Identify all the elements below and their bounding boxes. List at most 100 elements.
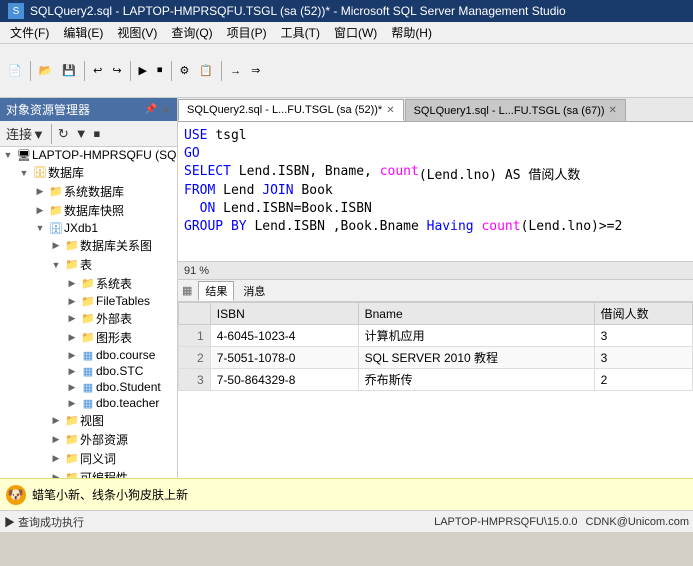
systables-expand: ▶ <box>64 278 80 289</box>
views-expand: ▶ <box>48 415 64 426</box>
row1-isbn: 4-6045-1023-4 <box>210 325 358 347</box>
menu-project[interactable]: 项目(P) <box>221 22 273 43</box>
tree-graph-tables[interactable]: ▶ 📁 图形表 <box>0 328 177 347</box>
kw-group: GROUP BY <box>184 219 247 234</box>
tree-programmability[interactable]: ▶ 📁 可编程性 <box>0 468 177 478</box>
jxdb1-icon: 🗄 <box>48 221 64 235</box>
app-icon: S <box>8 3 24 19</box>
row3-count: 2 <box>594 369 692 391</box>
databases-expand: ▼ <box>16 168 32 178</box>
teacher-expand: ▶ <box>64 398 80 409</box>
kw-use: USE <box>184 128 207 143</box>
row3-isbn: 7-50-864329-8 <box>210 369 358 391</box>
menu-file[interactable]: 文件(F) <box>4 22 55 43</box>
tree-diagram[interactable]: ▶ 📁 数据库关系图 <box>0 236 177 255</box>
new-query-btn[interactable]: 📄 <box>4 62 26 79</box>
tab-query1[interactable]: SQLQuery1.sql - L...FU.TSGL (sa (67)) ✕ <box>405 99 626 121</box>
stop-panel-btn[interactable]: ⏹ <box>92 125 103 143</box>
tree-ext-tables[interactable]: ▶ 📁 外部表 <box>0 309 177 328</box>
tree-stc[interactable]: ▶ ▦ dbo.STC <box>0 363 177 379</box>
exttables-icon: 📁 <box>80 312 96 326</box>
menu-edit[interactable]: 编辑(E) <box>57 22 109 43</box>
tab1-close[interactable]: ✕ <box>609 105 617 116</box>
close-panel-icon[interactable]: ✕ <box>161 103 171 117</box>
connect-dropdown-btn[interactable]: 连接▼ <box>4 123 47 144</box>
notif-icon: 🐶 <box>6 485 26 505</box>
misc-btn2[interactable]: 📋 <box>195 62 217 79</box>
zoom-label: 91 % <box>184 265 209 277</box>
tree-db-snapshot[interactable]: ▶ 📁 数据库快照 <box>0 201 177 220</box>
tab2-close[interactable]: ✕ <box>386 105 394 116</box>
course-label: dbo.course <box>96 348 155 362</box>
tree-synonyms[interactable]: ▶ 📁 同义词 <box>0 449 177 468</box>
results-tab-results[interactable]: 结果 <box>198 281 234 301</box>
stc-label: dbo.STC <box>96 364 143 378</box>
code-editor[interactable]: USE tsgl GO SELECT Lend.ISBN, Bname, cou… <box>178 122 693 262</box>
sep3 <box>130 61 131 81</box>
object-explorer-panel: 对象资源管理器 📌 ✕ 连接▼ ↻ ▼ ⏹ ▼ 🖥 LAPTOP-HMPRSQF… <box>0 98 178 478</box>
results-tabs: ▦ 结果 消息 <box>178 280 693 302</box>
menu-view[interactable]: 视图(V) <box>111 22 163 43</box>
menu-tools[interactable]: 工具(T) <box>275 22 326 43</box>
status-left: ▶ 查询成功执行 <box>4 514 84 530</box>
sysdb-icon: 📁 <box>48 185 64 199</box>
tree-tables[interactable]: ▼ 📁 表 <box>0 255 177 274</box>
stc-icon: ▦ <box>80 364 96 378</box>
results-grid[interactable]: ISBN Bname 借阅人数 1 4-6045-1023-4 计算机应用 3 <box>178 302 693 478</box>
tree-jxdb1[interactable]: ▼ 🗄 JXdb1 <box>0 220 177 236</box>
sep4 <box>171 61 172 81</box>
sep-panel <box>51 124 52 144</box>
results-tab-messages[interactable]: 消息 <box>236 281 272 301</box>
graphtables-icon: 📁 <box>80 331 96 345</box>
notif-text: 蜡笔小新、线条小狗皮肤上新 <box>32 486 188 503</box>
tables-icon: 📁 <box>64 258 80 272</box>
menu-help[interactable]: 帮助(H) <box>385 22 438 43</box>
misc-btn1[interactable]: ⚙ <box>176 62 194 79</box>
redo-btn[interactable]: ↪ <box>108 62 125 79</box>
save-btn[interactable]: 💾 <box>58 62 80 79</box>
menu-window[interactable]: 窗口(W) <box>328 22 383 43</box>
menu-bar: 文件(F) 编辑(E) 视图(V) 查询(Q) 项目(P) 工具(T) 窗口(W… <box>0 22 693 44</box>
tree-student[interactable]: ▶ ▦ dbo.Student <box>0 379 177 395</box>
syn-label: 同义词 <box>80 450 116 467</box>
menu-query[interactable]: 查询(Q) <box>165 22 218 43</box>
tree-views[interactable]: ▶ 📁 视图 <box>0 411 177 430</box>
tab-query2[interactable]: SQLQuery2.sql - L...FU.TSGL (sa (52))* ✕ <box>178 99 404 121</box>
course-icon: ▦ <box>80 348 96 362</box>
stop-btn[interactable]: ⏹ <box>153 62 167 79</box>
tree-teacher[interactable]: ▶ ▦ dbo.teacher <box>0 395 177 411</box>
filter-btn[interactable]: ▼ <box>73 125 90 142</box>
filetables-expand: ▶ <box>64 296 80 307</box>
tree-databases[interactable]: ▼ 🗄 数据库 <box>0 163 177 182</box>
tree-root[interactable]: ▼ 🖥 LAPTOP-HMPRSQFU (SQL Server ... <box>0 147 177 163</box>
row2-isbn: 7-5051-1078-0 <box>210 347 358 369</box>
tree-system-db[interactable]: ▶ 📁 系统数据库 <box>0 182 177 201</box>
tree-area[interactable]: ▼ 🖥 LAPTOP-HMPRSQFU (SQL Server ... ▼ 🗄 … <box>0 147 177 478</box>
arrow-btn[interactable]: → <box>226 63 245 79</box>
prog-label: 可编程性 <box>80 469 128 478</box>
table-row: 2 7-5051-1078-0 SQL SERVER 2010 教程 3 <box>179 347 693 369</box>
editor-area: SQLQuery2.sql - L...FU.TSGL (sa (52))* ✕… <box>178 98 693 478</box>
tree-filetables[interactable]: ▶ 📁 FileTables <box>0 293 177 309</box>
open-btn[interactable]: 📂 <box>35 62 57 79</box>
debug-btn[interactable]: ▶ <box>135 62 151 79</box>
tree-ext-resources[interactable]: ▶ 📁 外部资源 <box>0 430 177 449</box>
title-bar: S SQLQuery2.sql - LAPTOP-HMPRSQFU.TSGL (… <box>0 0 693 22</box>
filetables-label: FileTables <box>96 294 150 308</box>
sep1 <box>30 61 31 81</box>
systables-label: 系统表 <box>96 275 132 292</box>
code-line-1: USE tsgl <box>184 128 687 146</box>
snapshot-expand: ▶ <box>32 205 48 216</box>
arrow2-btn[interactable]: ⇒ <box>247 62 264 79</box>
undo-btn[interactable]: ↩ <box>89 62 106 79</box>
row2-count: 3 <box>594 347 692 369</box>
refresh-btn[interactable]: ↻ <box>56 125 71 143</box>
pin-icon[interactable]: 📌 <box>144 104 156 115</box>
diagram-label: 数据库关系图 <box>80 237 152 254</box>
tree-sys-tables[interactable]: ▶ 📁 系统表 <box>0 274 177 293</box>
course-expand: ▶ <box>64 350 80 361</box>
sep5 <box>221 61 222 81</box>
tree-course[interactable]: ▶ ▦ dbo.course <box>0 347 177 363</box>
syn-expand: ▶ <box>48 453 64 464</box>
object-explorer-title: 对象资源管理器 <box>6 101 90 118</box>
